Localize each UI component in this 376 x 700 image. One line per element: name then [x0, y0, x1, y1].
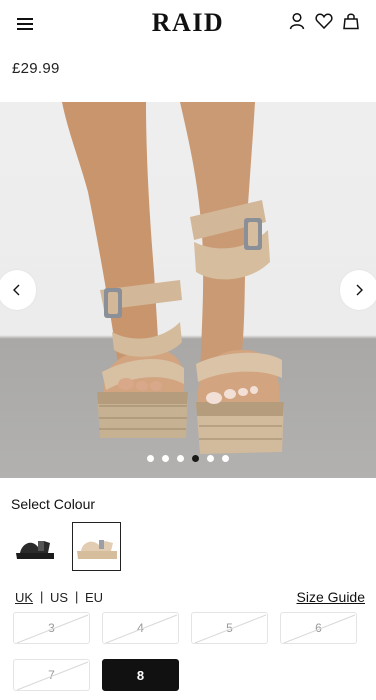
- size-label: 8: [136, 667, 145, 683]
- size-option-7[interactable]: 7: [13, 659, 90, 691]
- carousel-dot-1[interactable]: [147, 455, 154, 462]
- carousel-dot-4[interactable]: [192, 455, 199, 462]
- next-image-button[interactable]: [340, 270, 376, 310]
- natural-sandal-thumbnail: [76, 539, 117, 559]
- size-system-us[interactable]: US: [50, 590, 68, 605]
- unavailable-strike: [16, 661, 89, 690]
- colour-swatch-natural[interactable]: [72, 522, 121, 571]
- unavailable-strike: [16, 614, 89, 643]
- size-system-separator: |: [75, 589, 79, 604]
- carousel-dot-6[interactable]: [222, 455, 229, 462]
- size-option-8[interactable]: 8: [102, 659, 179, 691]
- size-option-4[interactable]: 4: [102, 612, 179, 644]
- size-system-eu[interactable]: EU: [85, 590, 103, 605]
- carousel-dot-5[interactable]: [207, 455, 214, 462]
- previous-image-button[interactable]: [0, 270, 36, 310]
- product-image-carousel[interactable]: [0, 102, 376, 478]
- wishlist-heart-icon[interactable]: [315, 12, 333, 30]
- carousel-dot-2[interactable]: [162, 455, 169, 462]
- product-photo: [62, 102, 284, 454]
- size-system-uk[interactable]: UK: [15, 590, 33, 605]
- black-sandal-thumbnail: [15, 540, 54, 559]
- carousel-dot-3[interactable]: [177, 455, 184, 462]
- chevron-right-icon: [356, 284, 363, 296]
- select-colour-label: Select Colour: [11, 496, 96, 512]
- colour-swatch-black[interactable]: [11, 522, 60, 571]
- size-option-5[interactable]: 5: [191, 612, 268, 644]
- unavailable-strike: [105, 614, 178, 643]
- product-price: £29.99: [12, 60, 60, 77]
- size-guide-link[interactable]: Size Guide: [297, 589, 365, 605]
- unavailable-strike: [194, 614, 267, 643]
- size-option-6[interactable]: 6: [280, 612, 357, 644]
- size-system-separator: |: [40, 589, 44, 604]
- bag-icon[interactable]: [342, 12, 360, 30]
- carousel-dots: [0, 455, 376, 462]
- chevron-left-icon: [13, 284, 20, 296]
- account-icon[interactable]: [288, 12, 306, 30]
- header: RAID: [0, 0, 376, 44]
- size-option-3[interactable]: 3: [13, 612, 90, 644]
- unavailable-strike: [283, 614, 356, 643]
